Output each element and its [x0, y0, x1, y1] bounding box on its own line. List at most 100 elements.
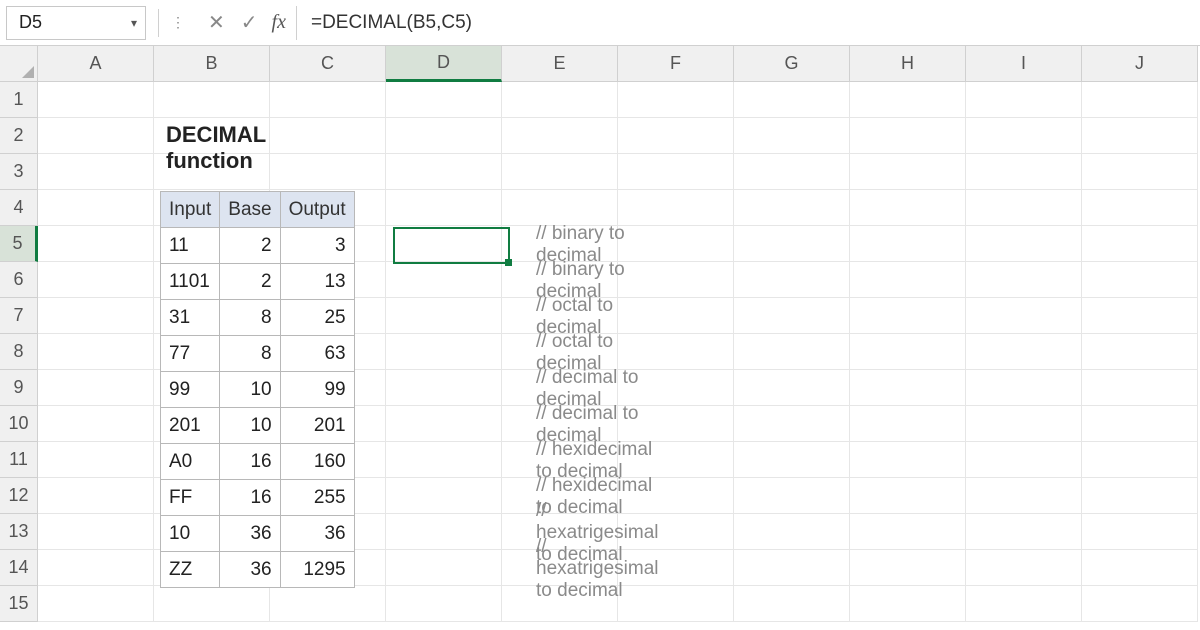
cell[interactable] — [734, 82, 850, 118]
cell-base[interactable]: 2 — [220, 264, 280, 300]
cell[interactable] — [386, 550, 502, 586]
cell[interactable] — [38, 118, 154, 154]
cell[interactable] — [734, 154, 850, 190]
cell[interactable] — [618, 118, 734, 154]
col-head-C[interactable]: C — [270, 46, 386, 82]
cell-output[interactable]: 99 — [280, 372, 354, 408]
cell-base[interactable]: 10 — [220, 372, 280, 408]
cell[interactable] — [502, 190, 618, 226]
cell[interactable] — [618, 154, 734, 190]
cell[interactable] — [734, 190, 850, 226]
row-head-3[interactable]: 3 — [0, 154, 38, 190]
cell-input[interactable]: 1101 — [161, 264, 220, 300]
cell[interactable] — [386, 406, 502, 442]
cell[interactable] — [38, 226, 154, 262]
cell[interactable] — [734, 550, 850, 586]
cell[interactable] — [1082, 442, 1198, 478]
row-head-14[interactable]: 14 — [0, 550, 38, 586]
row-head-8[interactable]: 8 — [0, 334, 38, 370]
cell-input[interactable]: FF — [161, 480, 220, 516]
cell[interactable] — [734, 586, 850, 622]
cell-output[interactable]: 13 — [280, 264, 354, 300]
cell[interactable] — [850, 406, 966, 442]
cell[interactable] — [386, 586, 502, 622]
col-input[interactable]: Input — [161, 192, 220, 228]
cell[interactable] — [850, 514, 966, 550]
formula-input[interactable]: =DECIMAL(B5,C5) — [296, 6, 1194, 40]
cell[interactable] — [850, 586, 966, 622]
cell[interactable] — [734, 298, 850, 334]
cell[interactable] — [966, 262, 1082, 298]
cell[interactable] — [850, 298, 966, 334]
cell[interactable] — [270, 118, 386, 154]
cell[interactable] — [850, 370, 966, 406]
cell-base[interactable]: 8 — [220, 300, 280, 336]
cell[interactable] — [38, 262, 154, 298]
cell-input[interactable]: A0 — [161, 444, 220, 480]
confirm-icon[interactable]: ✓ — [241, 10, 258, 35]
cell-output[interactable]: 63 — [280, 336, 354, 372]
select-all-corner[interactable] — [0, 46, 38, 82]
col-head-H[interactable]: H — [850, 46, 966, 82]
col-head-E[interactable]: E — [502, 46, 618, 82]
cell[interactable] — [1082, 262, 1198, 298]
cell[interactable] — [270, 82, 386, 118]
cell[interactable] — [850, 190, 966, 226]
row-head-4[interactable]: 4 — [0, 190, 38, 226]
row-head-7[interactable]: 7 — [0, 298, 38, 334]
cell[interactable] — [38, 370, 154, 406]
cell[interactable] — [850, 154, 966, 190]
chevron-down-icon[interactable]: ▾ — [131, 16, 137, 30]
cell[interactable] — [1082, 406, 1198, 442]
col-head-I[interactable]: I — [966, 46, 1082, 82]
cell[interactable] — [1082, 118, 1198, 154]
cancel-icon[interactable]: ✕ — [208, 10, 225, 35]
cell-base[interactable]: 8 — [220, 336, 280, 372]
cell[interactable] — [618, 82, 734, 118]
cell[interactable] — [270, 154, 386, 190]
cell-output[interactable]: 1295 — [280, 552, 354, 588]
cell[interactable] — [38, 586, 154, 622]
cell[interactable] — [1082, 298, 1198, 334]
cell[interactable] — [850, 550, 966, 586]
row-head-2[interactable]: 2 — [0, 118, 38, 154]
cell[interactable] — [966, 586, 1082, 622]
row-head-12[interactable]: 12 — [0, 478, 38, 514]
cell[interactable] — [38, 550, 154, 586]
cell[interactable] — [502, 118, 618, 154]
cell[interactable] — [38, 298, 154, 334]
cell[interactable] — [734, 406, 850, 442]
cell[interactable] — [966, 226, 1082, 262]
cell[interactable] — [386, 190, 502, 226]
col-head-G[interactable]: G — [734, 46, 850, 82]
cell[interactable] — [850, 82, 966, 118]
cell[interactable] — [1082, 478, 1198, 514]
cell[interactable] — [502, 154, 618, 190]
cell[interactable] — [966, 298, 1082, 334]
cell-input[interactable]: 99 — [161, 372, 220, 408]
cell[interactable] — [966, 370, 1082, 406]
cell[interactable] — [734, 478, 850, 514]
cell-input[interactable]: 31 — [161, 300, 220, 336]
col-output[interactable]: Output — [280, 192, 354, 228]
fx-icon[interactable]: fx — [272, 11, 286, 34]
cell-input[interactable]: 201 — [161, 408, 220, 444]
cell[interactable] — [1082, 514, 1198, 550]
col-head-B[interactable]: B — [154, 46, 270, 82]
cell[interactable] — [1082, 550, 1198, 586]
cell[interactable] — [734, 442, 850, 478]
cell-output[interactable]: 160 — [280, 444, 354, 480]
cell[interactable] — [386, 262, 502, 298]
cell[interactable] — [850, 262, 966, 298]
name-box[interactable]: D5 ▾ — [6, 6, 146, 40]
cell[interactable] — [38, 514, 154, 550]
cell[interactable] — [734, 370, 850, 406]
cell[interactable] — [966, 514, 1082, 550]
cell[interactable] — [850, 334, 966, 370]
cell[interactable] — [1082, 190, 1198, 226]
cell[interactable] — [38, 406, 154, 442]
cell[interactable] — [386, 82, 502, 118]
cell[interactable] — [386, 478, 502, 514]
cell[interactable] — [734, 118, 850, 154]
cell[interactable] — [270, 586, 386, 622]
